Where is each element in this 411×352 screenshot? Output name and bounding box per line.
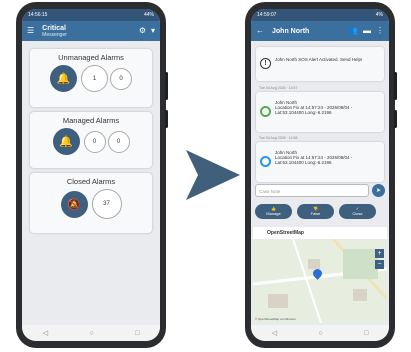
bell-icon[interactable]: 🔔 [52,128,80,155]
managed-alarms-card[interactable]: Managed Alarms 🔔 0 0 [30,112,152,168]
more-icon[interactable]: ⋮ [376,27,384,35]
home-icon[interactable]: ○ [89,330,93,337]
volume-button [165,72,168,100]
manage-label: Manage [266,211,281,216]
card-title: Unmanaged Alarms [58,53,124,62]
bell-ringing-icon[interactable]: 🔔 [50,65,77,92]
send-icon: ➤ [375,188,382,194]
menu-icon[interactable]: ☰ [27,27,34,35]
chat-icon[interactable]: ▬ [363,27,371,35]
message-location-2[interactable]: John North Location Fix at 14:57:24 - 20… [256,142,384,182]
screen-right: 14:59:07 4% ← John North 👥 ▬ ⋮ ! John No… [251,9,389,341]
power-button [394,110,397,128]
close-label: Close [352,211,363,216]
status-battery: 4% [375,12,383,18]
status-bar: 14:56:15 44% [22,9,160,21]
status-bar: 14:59:07 4% [251,9,389,21]
status-time: 14:56:15 [28,12,48,18]
app-bar: ☰ Critical Messenger ⚙ ▾ [22,21,160,41]
closed-count[interactable]: 37 [91,189,122,219]
managed-count-2[interactable]: 0 [107,130,130,153]
map-header: OpenStreetMap [253,227,387,239]
app-bar: ← John North 👥 ▬ ⋮ [251,21,389,41]
zoom-out-icon[interactable]: − [375,260,384,269]
alert-icon: ! [260,58,271,69]
unmanaged-count-2[interactable]: 0 [110,67,132,90]
message-location-1[interactable]: John North Location Fix at 14:57:24 - 20… [256,92,384,132]
app-title: Critical [42,24,66,32]
settings-icon[interactable]: ⚙ [139,27,146,35]
card-title: Closed Alarms [66,177,116,186]
volume-button [394,72,397,100]
map-view[interactable]: OpenStreetMap + − © OpenStreetMap contri… [253,227,387,323]
message-text: John North SOS Alert Activated. Send Hel… [275,57,363,62]
unmanaged-count-1[interactable]: 1 [81,65,108,92]
phone-left: 14:56:15 44% ☰ Critical Messenger ⚙ ▾ Un… [16,2,168,348]
zoom-in-icon[interactable]: + [375,249,384,258]
map-tiles [253,239,387,323]
managed-count-1[interactable]: 0 [83,130,106,153]
map-title: OpenStreetMap [267,230,304,236]
unmanaged-alarms-card[interactable]: Unmanaged Alarms 🔔 1 0 [30,49,152,107]
false-label: False [310,211,321,216]
message-timestamp: Tue 04 Aug 2026 · 14:58 [259,136,298,140]
case-note-input[interactable]: Case Note [255,184,369,197]
location-pin-blue-icon [260,156,271,167]
back-icon[interactable]: ◁ [272,329,277,337]
location-pin-green-icon [260,106,271,117]
system-nav-bar: ◁ ○ □ [251,325,389,341]
card-title: Managed Alarms [62,116,120,125]
recents-icon[interactable]: □ [364,330,368,337]
manage-button[interactable]: 👍 Manage [255,204,292,219]
people-icon[interactable]: 👥 [348,27,358,35]
message-text: Location Fix at 14:57:24 - 2026/08/04 - … [275,155,353,165]
send-button[interactable]: ➤ [372,184,385,197]
status-battery: 44% [143,12,154,18]
close-button[interactable]: ✓ Close [339,204,376,219]
status-time: 14:59:07 [257,12,277,18]
home-icon[interactable]: ○ [318,330,322,337]
conversation-title: John North [272,27,310,35]
false-button[interactable]: 👎 False [297,204,334,219]
screen-left: 14:56:15 44% ☰ Critical Messenger ⚙ ▾ Un… [22,9,160,341]
bell-off-icon[interactable]: 🔕 [60,190,88,218]
power-button [165,110,168,128]
app-subtitle: Messenger [42,31,67,38]
message-text: Location Fix at 14:57:24 - 2026/08/04 - … [275,105,353,115]
message-timestamp: Tue 04 Aug 2026 · 14:57 [259,86,298,90]
note-input-row: Case Note ➤ [255,184,385,198]
back-arrow-icon[interactable]: ← [256,27,264,35]
closed-alarms-card[interactable]: Closed Alarms 🔕 37 [30,173,152,233]
recents-icon[interactable]: □ [135,330,139,337]
system-nav-bar: ◁ ○ □ [22,325,160,341]
message-sos[interactable]: ! John North SOS Alert Activated. Send H… [256,47,384,81]
map-attribution: © OpenStreetMap contributors [255,317,296,321]
arrow-icon [186,150,240,200]
back-icon[interactable]: ◁ [43,329,48,337]
dropdown-icon[interactable]: ▾ [151,27,155,35]
phone-right: 14:59:07 4% ← John North 👥 ▬ ⋮ ! John No… [245,2,397,348]
